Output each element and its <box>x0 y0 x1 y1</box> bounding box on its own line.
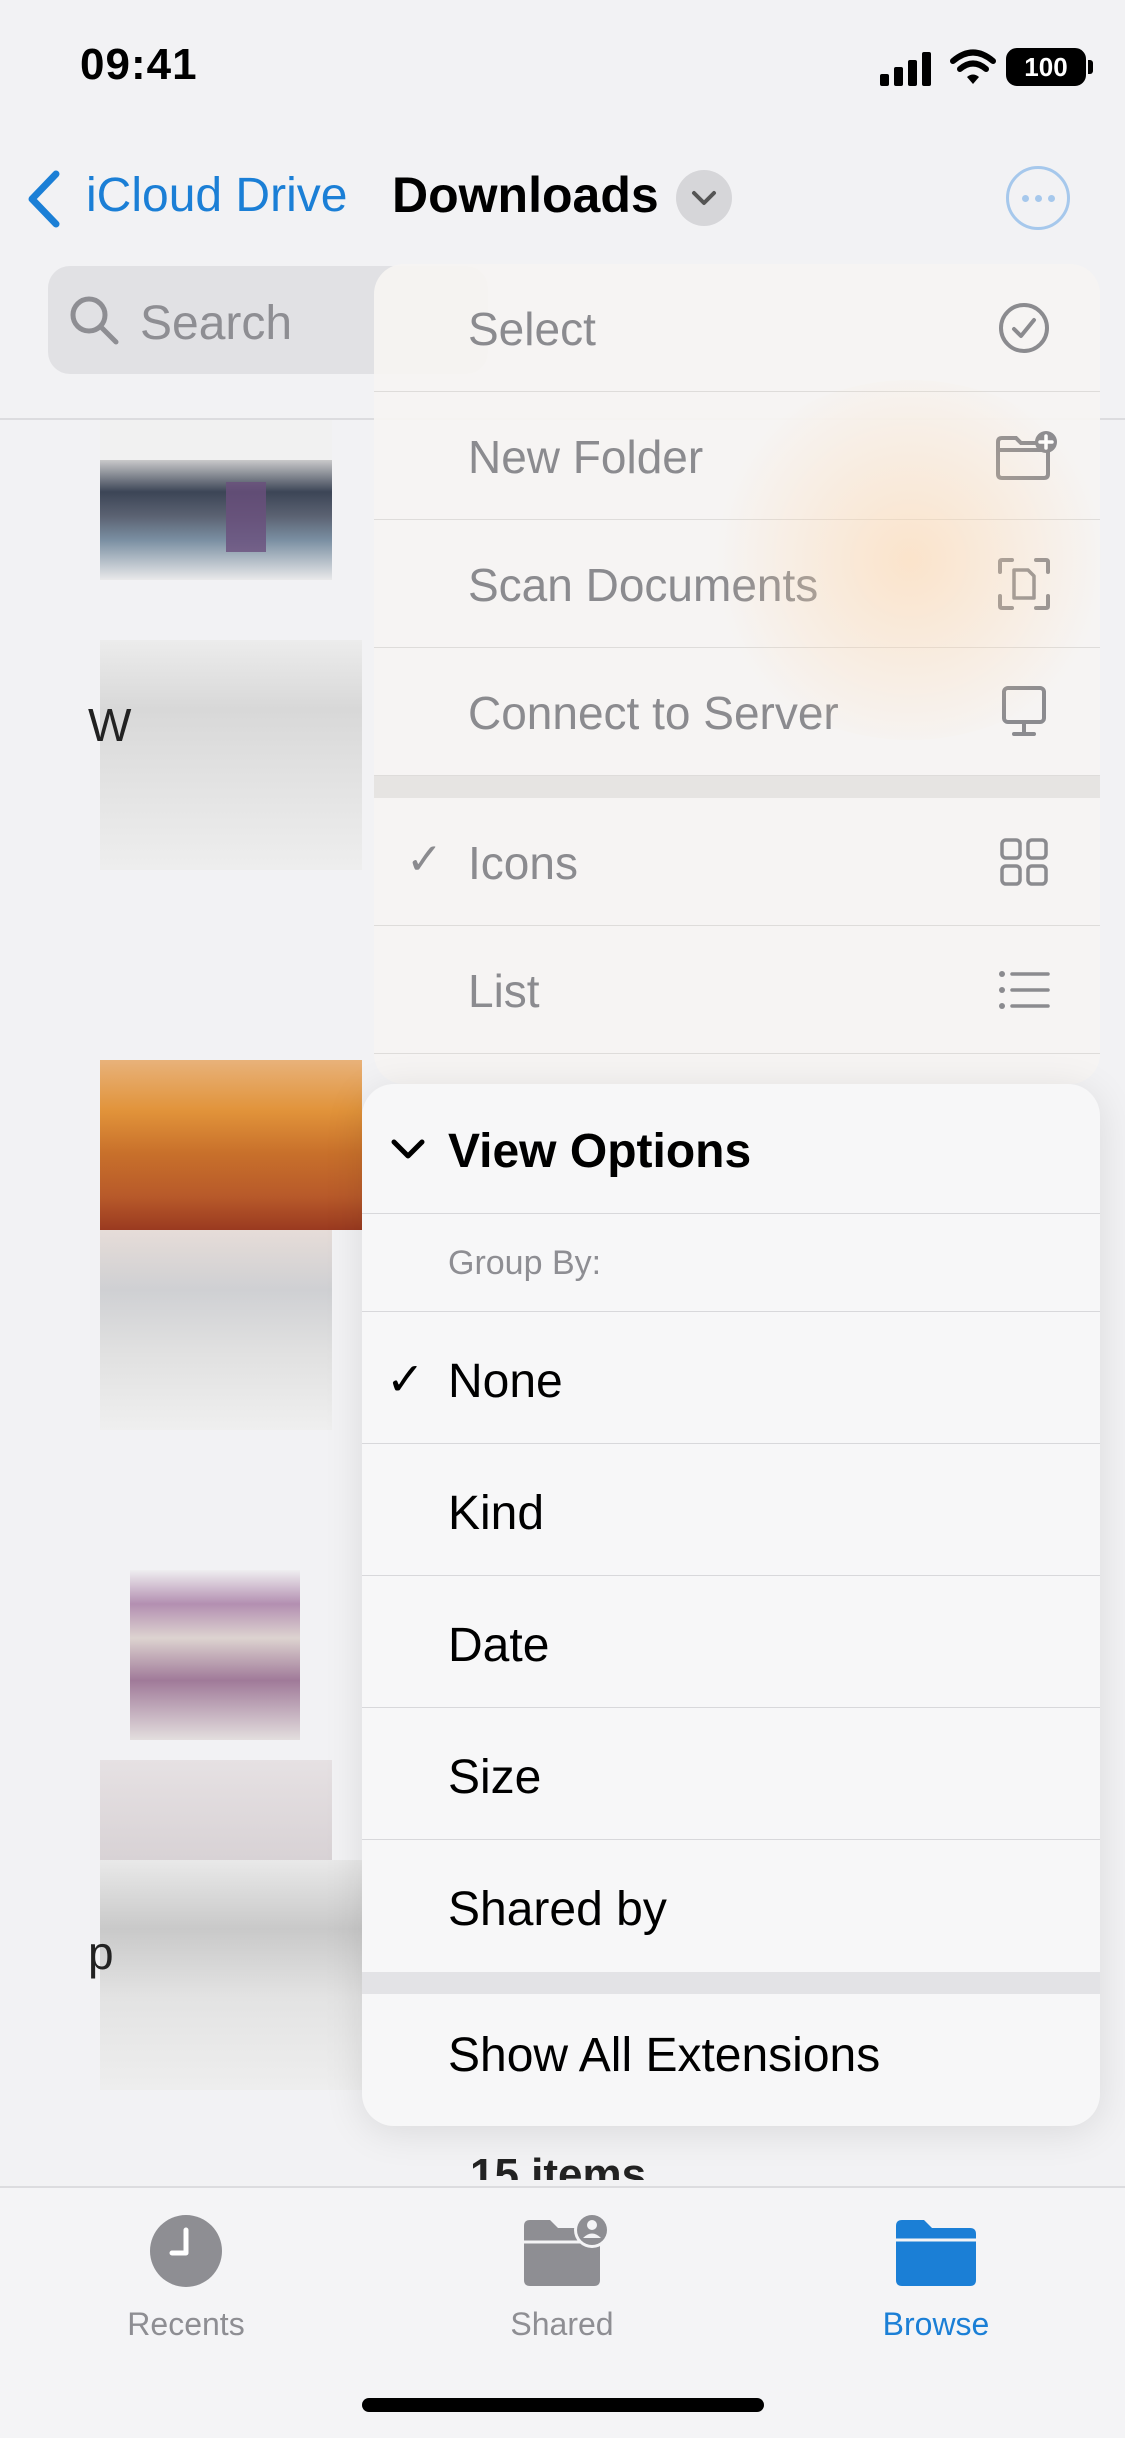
checkmark-icon: ✓ <box>406 835 443 884</box>
chevron-down-icon <box>391 1139 425 1159</box>
menu-item-label: List <box>468 965 540 1017</box>
menu-item-label: Icons <box>468 837 578 889</box>
file-name-blur <box>100 1860 362 2090</box>
file-thumbnail[interactable] <box>100 420 332 580</box>
dot <box>1021 194 1029 202</box>
view-options-header[interactable]: View Options <box>362 1084 1100 1214</box>
group-option-label: Shared by <box>448 1883 667 1936</box>
file-name-fragment: p <box>88 1927 114 1979</box>
group-option-label: None <box>448 1355 563 1408</box>
file-thumbnail[interactable] <box>100 1060 362 1230</box>
file-thumbnail[interactable] <box>130 1570 300 1740</box>
tab-label: Browse <box>882 2306 990 2342</box>
tab-label: Shared <box>510 2306 614 2342</box>
group-option-label: Size <box>448 1751 542 1804</box>
list-icon <box>999 971 1050 1009</box>
group-option-label: Kind <box>448 1487 545 1540</box>
file-name-blur <box>100 1760 332 1860</box>
view-options-submenu: View Options Group By: ✓ None Kind Date … <box>362 1084 1100 2126</box>
folder-icon <box>896 2220 976 2286</box>
file-thumbnail-overlay <box>226 482 266 552</box>
group-option-kind[interactable]: Kind <box>362 1444 1100 1576</box>
home-indicator <box>362 2398 764 2412</box>
cellular-signal-icon <box>880 52 931 86</box>
search-placeholder: Search <box>140 297 293 350</box>
tab-shared[interactable]: Shared <box>442 2206 682 2356</box>
wifi-icon <box>950 49 996 84</box>
more-options-button[interactable] <box>1006 166 1070 230</box>
menu-section-gap <box>374 776 1100 798</box>
view-options-title: View Options <box>448 1125 752 1178</box>
group-option-shared-by[interactable]: Shared by <box>362 1840 1100 1972</box>
group-option-none[interactable]: ✓ None <box>362 1312 1100 1444</box>
battery-level: 100 <box>1024 51 1068 82</box>
file-name-blur <box>100 640 362 870</box>
page-title: Downloads <box>392 167 659 223</box>
grid-icon <box>1000 838 1048 886</box>
clock-icon <box>150 2215 222 2287</box>
shared-folder-icon <box>524 2212 610 2286</box>
menu-item-list[interactable]: List <box>374 926 1100 1054</box>
group-by-section: Group By: <box>362 1214 1100 1312</box>
title-menu-button[interactable] <box>676 170 732 226</box>
status-time: 09:41 <box>80 40 198 89</box>
group-option-date[interactable]: Date <box>362 1576 1100 1708</box>
group-option-label: Date <box>448 1619 550 1672</box>
tab-recents[interactable]: Recents <box>66 2206 306 2356</box>
back-button[interactable]: iCloud Drive <box>86 168 347 223</box>
file-name-fragment: W <box>88 699 132 751</box>
checkmark-icon: ✓ <box>386 1353 425 1405</box>
checkmark-circle-icon <box>999 303 1049 353</box>
file-name-blur <box>100 1230 332 1430</box>
group-option-size[interactable]: Size <box>362 1708 1100 1840</box>
menu-item-select[interactable]: Select <box>374 264 1100 392</box>
search-icon <box>70 296 119 345</box>
tab-label: Recents <box>127 2306 245 2342</box>
tab-browse[interactable]: Browse <box>816 2206 1056 2356</box>
items-count: 15 items <box>470 2150 647 2180</box>
show-all-extensions-option[interactable]: Show All Extensions <box>362 1994 1100 2126</box>
menu-highlight-glow <box>700 380 1120 740</box>
dot <box>1034 194 1042 202</box>
back-chevron-icon[interactable] <box>22 168 66 230</box>
battery-indicator: 100 <box>1006 48 1086 86</box>
menu-item-icons[interactable]: ✓ Icons <box>374 798 1100 926</box>
menu-item-label: Select <box>468 303 596 355</box>
submenu-section-gap <box>362 1972 1100 1994</box>
show-all-extensions-label: Show All Extensions <box>448 2029 881 2082</box>
dot <box>1047 194 1055 202</box>
battery-tip <box>1088 60 1093 74</box>
chevron-down-icon <box>692 191 716 205</box>
menu-item-label: New Folder <box>468 431 704 483</box>
group-by-label: Group By: <box>448 1244 602 1282</box>
